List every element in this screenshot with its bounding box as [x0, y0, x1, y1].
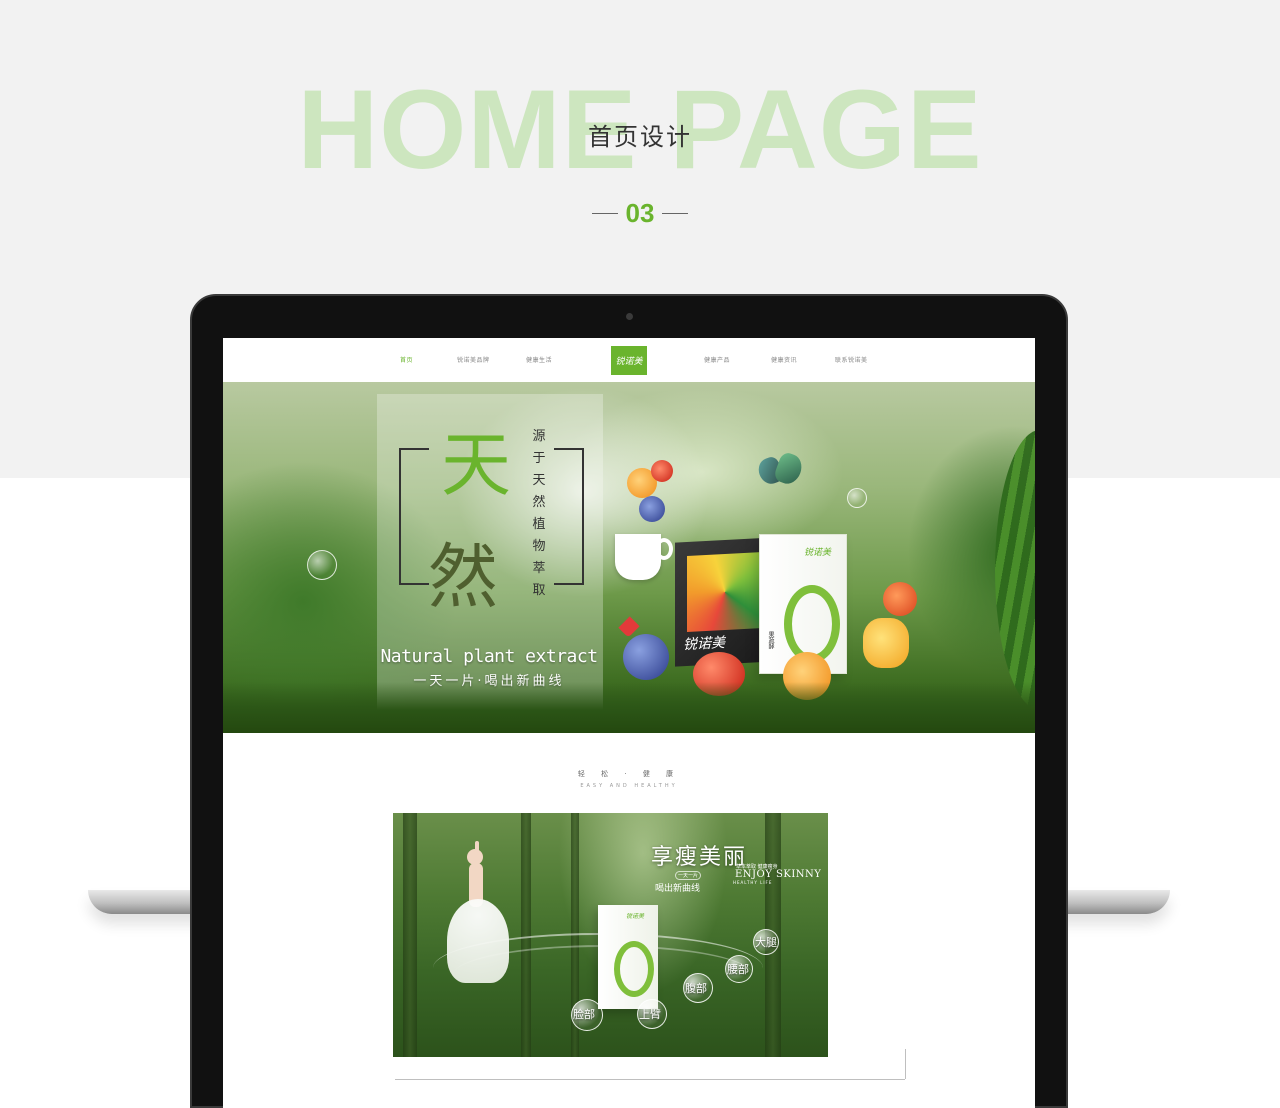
card-vertical-rule: [905, 1049, 906, 1079]
section-title: 轻 松 · 健 康: [577, 770, 681, 778]
number-value: 03: [625, 197, 655, 228]
banner-char-ran: 然: [428, 536, 498, 618]
pepper-decoration: [863, 618, 909, 668]
bubble-label-belly: 腹部: [685, 982, 707, 995]
frame-right-bracket: [554, 448, 584, 585]
banner-char-tian: 天: [441, 424, 511, 506]
card-english-title: ENJOY SKINNY: [735, 869, 822, 880]
fruit-splash: [621, 456, 685, 546]
product-tag: 果蔬酵: [767, 631, 774, 649]
card-product-box: 锐诺美: [598, 905, 658, 1009]
frame-left-bracket: [399, 448, 429, 585]
product-ring-graphic: [784, 585, 840, 663]
card-drink-text: 喝出新曲线: [655, 884, 701, 894]
nav-item-brand[interactable]: 锐诺美品牌: [457, 355, 490, 364]
tree-trunk: [403, 813, 417, 1057]
section-number: 03: [590, 196, 690, 230]
bubble-label-arm: 上臂: [639, 1008, 661, 1021]
nav-item-products[interactable]: 健康产品: [704, 355, 730, 364]
moss-ground: [223, 682, 1035, 733]
cup-handle: [655, 538, 673, 560]
nav-logo[interactable]: 锐诺美: [611, 346, 647, 375]
bubble-label-face: 脸部: [573, 1008, 595, 1021]
nav-item-contact[interactable]: 联系锐诺美: [835, 355, 868, 364]
camera-icon: [626, 313, 633, 320]
nav-item-home[interactable]: 首页: [400, 355, 413, 364]
card-product-ring: [614, 941, 654, 997]
card-title: 享瘦美丽: [651, 845, 748, 870]
bubble-label-waist: 腰部: [727, 963, 749, 976]
number-right-rule: [662, 212, 689, 214]
tree-trunk: [521, 813, 531, 1057]
site-nav: 首页 锐诺美品牌 健康生活 锐诺美 健康产品 健康资讯 联系锐诺美: [223, 338, 1035, 382]
white-cup: [615, 534, 661, 580]
nav-item-news[interactable]: 健康资讯: [771, 355, 797, 364]
butterfly-icon: [755, 450, 806, 494]
product-white-logo: 锐诺美: [804, 548, 832, 558]
feature-card[interactable]: 锐诺美 享瘦美丽 草本萃取 健康瘦身 ENJOY SKINNY HEALTHY …: [393, 813, 828, 1057]
fruit-v-graphic: [687, 552, 763, 632]
nav-item-healthy-life[interactable]: 健康生活: [526, 355, 552, 364]
number-left-rule: [591, 212, 618, 214]
watermelon-decoration: [995, 430, 1035, 710]
laptop-screen: 首页 锐诺美品牌 健康生活 锐诺美 健康产品 健康资讯 联系锐诺美 天 然 源于…: [223, 338, 1035, 1108]
logo-text: 锐诺美: [615, 357, 643, 367]
heading-subtitle: 首页设计: [588, 123, 692, 151]
fruit-decoration: [883, 582, 917, 616]
section-subtitle: EASY AND HEALTHY: [580, 783, 678, 789]
banner-english-text: Natural plant extract: [380, 646, 598, 667]
bubble-label-thigh: 大腿: [755, 936, 777, 949]
dancer-figure: [439, 841, 509, 1011]
card-life-text: HEALTHY LIFE: [733, 880, 773, 885]
card-underline: [395, 1079, 905, 1080]
bubble-decoration: [307, 550, 337, 580]
blueberry-decoration: [623, 634, 669, 680]
banner-vertical-text: 源于天然植物萃取: [532, 429, 546, 598]
bubble-decoration: [847, 488, 867, 508]
card-one-one-badge: 一天一片: [675, 871, 702, 880]
card-product-logo: 锐诺美: [626, 913, 645, 920]
product-dark-label: 锐诺美: [683, 635, 725, 654]
